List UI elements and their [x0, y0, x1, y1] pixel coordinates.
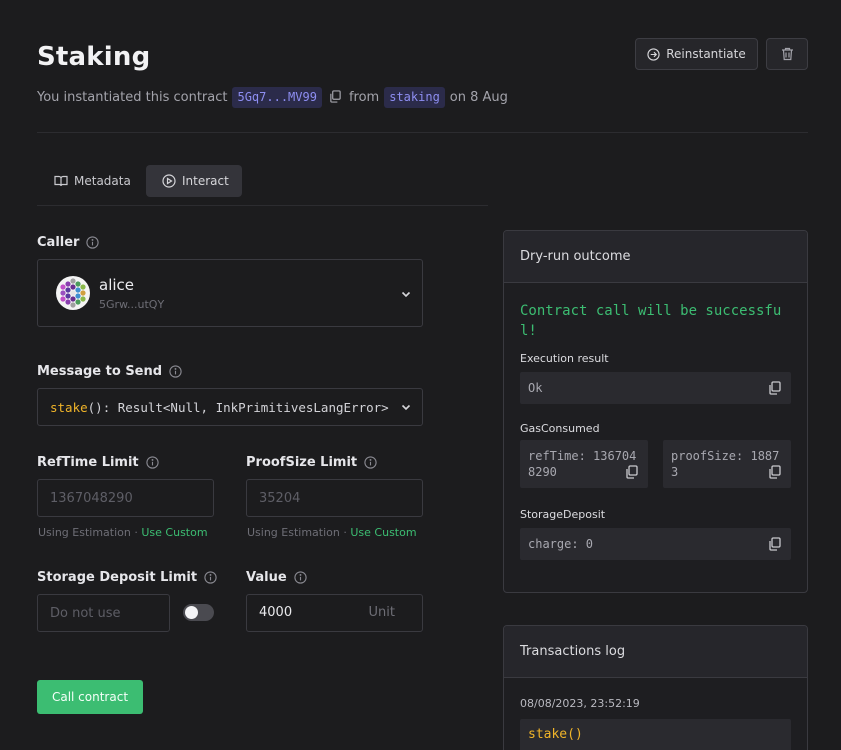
call-contract-button[interactable]: Call contract	[37, 680, 143, 714]
message-select[interactable]: stake (): Result<Null, InkPrimitivesLangE…	[37, 388, 423, 426]
page-title: Staking	[37, 42, 151, 72]
dry-run-panel: Dry-run outcome Contract call will be su…	[503, 230, 808, 593]
info-icon[interactable]	[364, 456, 377, 469]
reftime-input[interactable]: 1367048290	[37, 479, 214, 517]
arrow-circle-right-icon	[647, 47, 660, 61]
storage-deposit-input[interactable]: Do not use	[37, 594, 170, 632]
reftime-result-value: refTime: 1367048290	[528, 449, 637, 479]
header-divider	[37, 132, 808, 133]
value-label-text: Value	[246, 570, 287, 585]
proofsize-placeholder: 35204	[259, 490, 301, 506]
execution-result-value: Ok	[528, 381, 543, 395]
execution-result-label: Execution result	[520, 352, 609, 365]
date-text: on 8 Aug	[449, 89, 508, 105]
value-input[interactable]: 4000 Unit	[246, 594, 423, 632]
trash-icon	[781, 47, 793, 61]
copy-icon[interactable]	[625, 465, 639, 479]
delete-button[interactable]	[766, 38, 808, 70]
reftime-label-text: RefTime Limit	[37, 455, 139, 470]
play-circle-icon	[162, 174, 176, 188]
storage-deposit-label-text: Storage Deposit Limit	[37, 570, 198, 585]
reinstantiate-label: Reinstantiate	[666, 47, 746, 61]
info-icon[interactable]	[169, 365, 182, 378]
reftime-hint: Using Estimation · Use Custom	[38, 526, 208, 539]
use-custom-reftime-link[interactable]: Use Custom	[141, 526, 207, 539]
storage-deposit-placeholder: Do not use	[50, 605, 121, 621]
code-hash-chip[interactable]: staking	[384, 86, 445, 108]
caller-label: Caller	[37, 235, 100, 250]
message-signature: (): Result<Null, InkPrimitivesLangError>	[87, 399, 389, 415]
value-label: Value	[246, 570, 307, 585]
tab-interact[interactable]: Interact	[146, 165, 242, 197]
transaction-entry[interactable]: stake()	[520, 719, 791, 750]
reftime-result-box: refTime: 1367048290	[520, 440, 648, 488]
subtitle-prefix: You instantiated this contract	[37, 89, 228, 105]
reftime-placeholder: 1367048290	[50, 490, 133, 506]
estimation-text: Using Estimation	[247, 526, 340, 539]
info-icon[interactable]	[294, 571, 307, 584]
value-unit: Unit	[368, 605, 395, 620]
proofsize-result-box: proofSize: 18873	[663, 440, 791, 488]
account-avatar	[56, 276, 90, 310]
proofsize-result-value: proofSize: 18873	[671, 449, 780, 479]
toggle-knob	[185, 606, 198, 619]
transactions-log-panel: Transactions log 08/08/2023, 23:52:19 st…	[503, 625, 808, 750]
from-text: from	[348, 89, 380, 105]
proofsize-input[interactable]: 35204	[246, 479, 423, 517]
caller-select[interactable]: alice 5Grw...utQY	[37, 259, 423, 327]
copy-icon[interactable]	[768, 537, 782, 551]
tab-metadata[interactable]: Metadata	[42, 165, 143, 197]
reinstantiate-button[interactable]: Reinstantiate	[635, 38, 758, 70]
transaction-call: stake()	[528, 727, 583, 742]
storage-deposit-toggle[interactable]	[183, 604, 214, 621]
dry-run-title: Dry-run outcome	[504, 231, 807, 283]
copy-icon[interactable]	[768, 465, 782, 479]
reftime-label: RefTime Limit	[37, 455, 159, 470]
transactions-log-title: Transactions log	[504, 626, 807, 678]
gas-consumed-label: GasConsumed	[520, 422, 600, 435]
info-icon[interactable]	[146, 456, 159, 469]
proofsize-hint: Using Estimation · Use Custom	[247, 526, 417, 539]
value-input-text: 4000	[259, 605, 293, 620]
proofsize-label-text: ProofSize Limit	[246, 455, 358, 470]
estimation-text: Using Estimation	[38, 526, 131, 539]
copy-icon[interactable]	[329, 90, 343, 104]
tab-metadata-label: Metadata	[74, 174, 131, 188]
account-name: alice	[99, 276, 135, 294]
message-label: Message to Send	[37, 364, 182, 379]
info-icon[interactable]	[204, 571, 217, 584]
proofsize-label: ProofSize Limit	[246, 455, 377, 470]
tabs-divider	[37, 205, 488, 206]
contract-subtitle: You instantiated this contract 5Gq7...MV…	[37, 86, 508, 108]
tab-interact-label: Interact	[182, 174, 229, 188]
execution-result-box: Ok	[520, 372, 791, 404]
chevron-down-icon	[401, 404, 411, 411]
info-icon[interactable]	[86, 236, 100, 249]
account-address: 5Grw...utQY	[99, 298, 165, 311]
storage-deposit-result-value: charge: 0	[528, 537, 594, 551]
storage-deposit-label: Storage Deposit Limit	[37, 570, 217, 585]
message-function-name: stake	[50, 399, 88, 415]
dry-run-status: Contract call will be successful!	[520, 303, 782, 339]
separator-dot: ·	[343, 526, 347, 539]
book-icon	[54, 175, 68, 187]
copy-icon[interactable]	[768, 381, 782, 395]
separator-dot: ·	[134, 526, 138, 539]
use-custom-proofsize-link[interactable]: Use Custom	[350, 526, 416, 539]
contract-address-chip[interactable]: 5Gq7...MV99	[232, 86, 322, 108]
caller-label-text: Caller	[37, 235, 80, 250]
storage-deposit-result-label: StorageDeposit	[520, 508, 606, 521]
storage-deposit-result-box: charge: 0	[520, 528, 791, 560]
chevron-down-icon	[401, 291, 411, 298]
message-label-text: Message to Send	[37, 364, 163, 379]
transaction-timestamp: 08/08/2023, 23:52:19	[520, 697, 640, 710]
